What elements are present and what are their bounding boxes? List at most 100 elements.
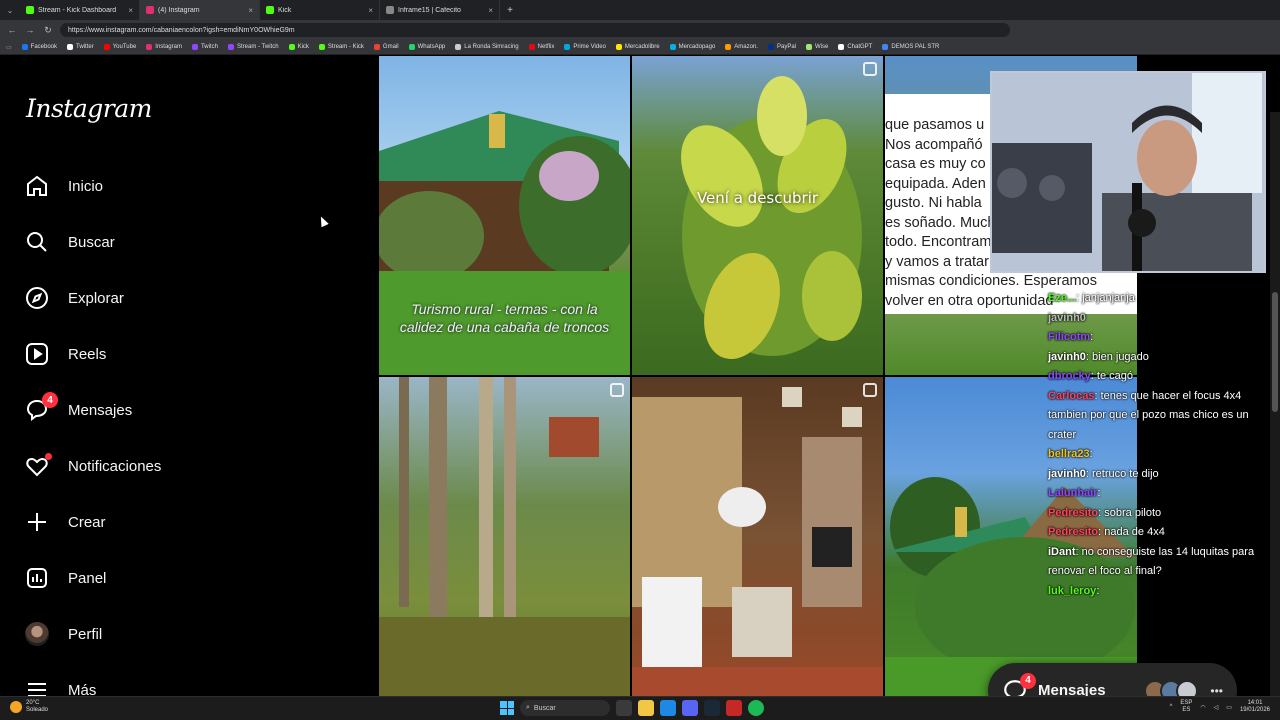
chat-text: : no conseguiste las 14 luquitas para re… <box>1048 545 1255 578</box>
app-icon[interactable] <box>726 700 742 716</box>
messages-pill-badge: 4 <box>1020 672 1036 689</box>
windows-start-icon[interactable] <box>500 701 514 715</box>
file-explorer-icon[interactable] <box>638 700 654 716</box>
chat-text: : bien jugado <box>1085 350 1149 363</box>
nav-inicio[interactable]: Inicio <box>24 166 284 206</box>
chat-text: : <box>1096 584 1100 597</box>
close-tab-icon[interactable]: × <box>248 6 253 15</box>
close-tab-icon[interactable]: × <box>128 6 133 15</box>
bookmark-item[interactable]: Stream - Kick <box>318 44 364 50</box>
bookmark-item[interactable]: ChatGPT <box>838 44 872 50</box>
post-eucalyptus[interactable] <box>379 377 630 696</box>
bookmark-item[interactable]: Facebook <box>21 44 57 50</box>
nav-inicio-label: Inicio <box>68 177 104 195</box>
nav-crear[interactable]: Crear <box>24 502 284 542</box>
instagram-sidebar: Instagram Inicio Buscar Explorar Reels 4… <box>0 56 300 699</box>
bookmark-item[interactable]: WhatsApp <box>408 44 445 50</box>
nav-panel[interactable]: Panel <box>24 558 284 598</box>
chat-username: Pedresito <box>1048 526 1099 538</box>
forward-icon[interactable]: → <box>24 25 36 35</box>
weather-widget[interactable]: 20°C Soleado <box>10 700 48 714</box>
nav-buscar[interactable]: Buscar <box>24 222 284 262</box>
nav-reels[interactable]: Reels <box>24 334 284 374</box>
nav-explorar-label: Explorar <box>68 289 124 307</box>
bookmark-favicon-icon <box>564 44 571 50</box>
steam-icon[interactable] <box>704 700 720 716</box>
bookmark-item[interactable]: Kick <box>288 44 309 50</box>
nav-notificaciones[interactable]: Notificaciones <box>24 446 284 486</box>
chat-message: Carlocas: tenes que hacer el focus 4x4 t… <box>1048 387 1268 446</box>
back-icon[interactable]: ← <box>6 25 18 35</box>
nav-explorar[interactable]: Explorar <box>24 278 284 318</box>
bookmark-item[interactable]: Netflix <box>528 44 554 50</box>
instagram-logo[interactable]: Instagram <box>26 94 152 123</box>
bookmarks-folder-icon[interactable]: ▭ <box>6 44 12 51</box>
bookmark-item[interactable]: La Ronda Simracing <box>455 44 519 50</box>
task-view-icon[interactable] <box>616 700 632 716</box>
bookmark-label: Kick <box>297 44 309 50</box>
wifi-icon[interactable]: ◠ <box>1200 704 1205 711</box>
bookmark-item[interactable]: Wise <box>806 44 828 50</box>
new-tab-button[interactable]: + <box>500 5 520 16</box>
close-tab-icon[interactable]: × <box>488 6 493 15</box>
battery-icon[interactable]: ▭ <box>1226 704 1232 711</box>
bookmark-item[interactable]: DEMOS PAL STR <box>882 44 939 50</box>
language-indicator[interactable]: ESP ES <box>1180 700 1192 714</box>
bookmark-item[interactable]: Instagram <box>146 44 182 50</box>
chat-message: dbrocky: te cagó <box>1048 367 1268 387</box>
bookmark-item[interactable]: Gmail <box>373 44 399 50</box>
post2-overlay-text: Vení a descubrir <box>696 189 819 207</box>
taskbar-search[interactable]: ⌕ Buscar <box>520 700 610 716</box>
close-tab-icon[interactable]: × <box>368 6 373 15</box>
nav-perfil[interactable]: Perfil <box>24 614 284 654</box>
bookmark-favicon-icon <box>838 44 845 50</box>
chevron-up-icon[interactable]: ^ <box>1170 704 1173 710</box>
bookmark-item[interactable]: YouTube <box>103 44 136 50</box>
browser-tab[interactable]: (4) Instagram × <box>140 0 260 20</box>
heart-icon <box>24 453 52 479</box>
bookmark-label: Twitter <box>76 44 94 50</box>
chat-text: : <box>1089 448 1093 460</box>
bookmark-favicon-icon <box>767 44 774 50</box>
post-cabin-rural[interactable]: Turismo rural - termas - con la calidez … <box>379 56 630 375</box>
scrollbar-thumb[interactable] <box>1272 292 1278 412</box>
bookmark-item[interactable]: Prime Video <box>564 44 606 50</box>
bookmark-favicon-icon <box>669 44 676 50</box>
browser-tab[interactable]: Kick × <box>260 0 380 20</box>
bookmark-item[interactable]: Stream - Twitch <box>227 44 279 50</box>
spotify-icon[interactable] <box>748 700 764 716</box>
discord-icon[interactable] <box>682 700 698 716</box>
bookmark-label: ChatGPT <box>847 44 873 50</box>
post-plant[interactable]: Vení a descubrir <box>632 56 883 375</box>
reload-icon[interactable]: ↻ <box>42 25 54 36</box>
bookmark-item[interactable]: Twitter <box>67 44 94 50</box>
chat-username: Carlocas <box>1048 389 1095 402</box>
post-interior[interactable] <box>632 377 883 696</box>
browser-tab[interactable]: Stream - Kick Dashboard × <box>20 0 140 20</box>
nav-mensajes[interactable]: 4 Mensajes <box>24 390 284 430</box>
instagram-page: Instagram Inicio Buscar Explorar Reels 4… <box>0 56 1280 720</box>
volume-icon[interactable]: ◁ <box>1214 704 1219 711</box>
clock[interactable]: 14:01 19/01/2026 <box>1240 700 1270 714</box>
reel-indicator-icon <box>863 383 877 397</box>
bookmark-item[interactable]: PayPal <box>767 44 796 50</box>
bookmark-label: Twitch <box>200 44 218 50</box>
bookmark-item[interactable]: Amazon. <box>725 44 758 50</box>
bookmark-favicon-icon <box>67 44 74 50</box>
bookmark-item[interactable]: Mercadopago <box>669 44 716 50</box>
bookmark-favicon-icon <box>882 44 889 50</box>
bookmark-item[interactable]: Mercadolibre <box>615 44 660 50</box>
bookmark-item[interactable]: Twitch <box>191 44 218 50</box>
tab-search-icon[interactable]: ⌄ <box>0 6 20 15</box>
browser-tab[interactable]: Inframe15 | Cafecito × <box>380 0 500 20</box>
nav-perfil-label: Perfil <box>68 625 103 643</box>
bookmark-label: Mercadopago <box>678 44 716 50</box>
chat-message: javinh0: bien jugado <box>1048 348 1268 368</box>
edge-icon[interactable] <box>660 700 676 716</box>
url-field[interactable]: https://www.instagram.com/cabaniaencolon… <box>60 23 1010 37</box>
page-scrollbar[interactable] <box>1270 112 1280 720</box>
nav-mensajes-label: Mensajes <box>68 401 133 419</box>
bookmark-favicon-icon <box>227 44 234 50</box>
clock-date: 19/01/2026 <box>1239 707 1270 713</box>
chat-text: : nada de 4x4 <box>1098 526 1165 538</box>
